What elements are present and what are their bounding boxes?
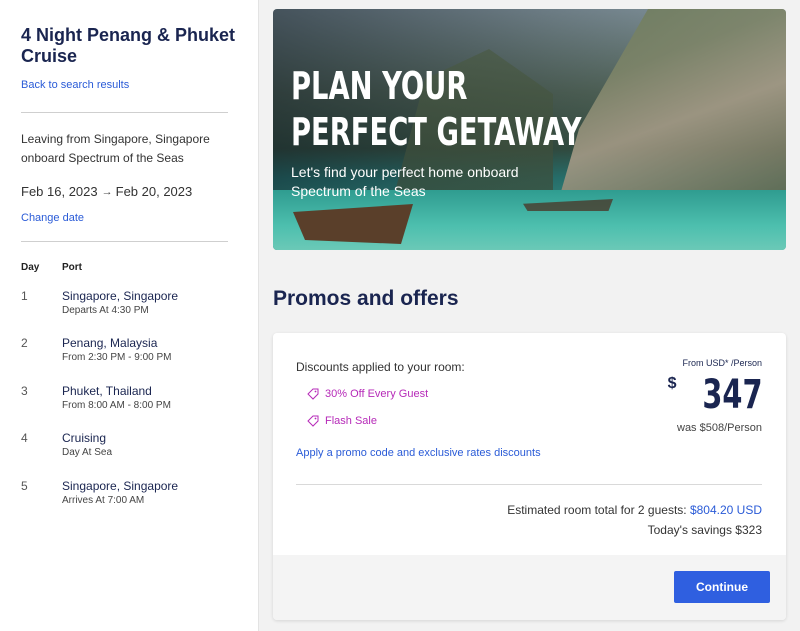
hero-subtext: Let's find your perfect home onboard Spe… bbox=[291, 164, 519, 199]
itinerary-detail: Day At Sea bbox=[62, 447, 113, 458]
price-display: $ 347 bbox=[668, 373, 762, 417]
sailing-dates: Feb 16, 2023 → Feb 20, 2023 bbox=[21, 184, 192, 199]
promo-card: Discounts applied to your room: 30% Off … bbox=[273, 333, 786, 620]
date-end: Feb 20, 2023 bbox=[115, 184, 193, 199]
departure-info: Leaving from Singapore, Singapore onboar… bbox=[21, 132, 210, 165]
itinerary-day: 5 bbox=[21, 479, 28, 493]
hero-headline-line2: PERFECT GETAWAY bbox=[291, 110, 582, 154]
itinerary-detail: Arrives At 7:00 AM bbox=[62, 495, 145, 506]
itinerary-port: Penang, Malaysia bbox=[62, 336, 158, 350]
hero-cliff-shape bbox=[556, 9, 786, 209]
promo-tag-label: Flash Sale bbox=[325, 415, 377, 427]
apply-promo-code-link[interactable]: Apply a promo code and exclusive rates d… bbox=[296, 447, 541, 459]
price-amount: 347 bbox=[701, 372, 762, 418]
trip-sidebar: 4 Night Penang & Phuket Cruise Back to s… bbox=[0, 0, 259, 631]
tag-icon bbox=[307, 415, 319, 427]
itinerary-day: 3 bbox=[21, 384, 28, 398]
promo-tag: 30% Off Every Guest bbox=[307, 388, 428, 400]
arrow-right-icon: → bbox=[101, 185, 113, 198]
continue-button[interactable]: Continue bbox=[674, 571, 770, 603]
hero-headline-line1: PLAN YOUR bbox=[291, 64, 468, 108]
was-price: was $508/Person bbox=[677, 422, 762, 434]
estimated-total: Estimated room total for 2 guests: $804.… bbox=[507, 503, 762, 517]
sidebar-divider bbox=[21, 112, 228, 113]
itinerary-day: 2 bbox=[21, 336, 28, 350]
todays-savings: Today's savings $323 bbox=[647, 523, 762, 537]
itinerary-port: Singapore, Singapore bbox=[62, 479, 179, 493]
back-to-search-link[interactable]: Back to search results bbox=[21, 79, 129, 91]
itinerary-detail: From 2:30 PM - 9:00 PM bbox=[62, 352, 172, 363]
sidebar-divider bbox=[21, 241, 228, 242]
promo-tag-label: 30% Off Every Guest bbox=[325, 388, 429, 400]
itinerary-port: Singapore, Singapore bbox=[62, 289, 179, 303]
estimate-value: $804.20 USD bbox=[689, 503, 762, 517]
hero-headline: PLAN YOUR PERFECT GETAWAY bbox=[291, 63, 581, 155]
promos-title: Promos and offers bbox=[273, 287, 459, 310]
itinerary-day: 4 bbox=[21, 431, 28, 445]
cruise-title: 4 Night Penang & Phuket Cruise bbox=[21, 25, 236, 66]
change-date-link[interactable]: Change date bbox=[21, 212, 84, 224]
itinerary-day-header: Day bbox=[21, 262, 40, 273]
hero-banner: PLAN YOUR PERFECT GETAWAY Let's find you… bbox=[273, 9, 786, 250]
price-from-label: From USD* /Person bbox=[682, 358, 762, 368]
price-currency: $ bbox=[667, 375, 677, 392]
itinerary-detail: Departs At 4:30 PM bbox=[62, 305, 149, 316]
date-start: Feb 16, 2023 bbox=[21, 184, 98, 199]
itinerary-detail: From 8:00 AM - 8:00 PM bbox=[62, 400, 171, 411]
card-divider bbox=[296, 484, 762, 485]
discounts-label: Discounts applied to your room: bbox=[296, 360, 465, 374]
card-footer: Continue bbox=[273, 555, 786, 620]
estimate-label: Estimated room total for 2 guests: bbox=[507, 503, 690, 517]
itinerary-port-header: Port bbox=[62, 262, 82, 273]
promo-tag: Flash Sale bbox=[307, 415, 377, 427]
itinerary-port: Cruising bbox=[62, 431, 107, 445]
itinerary-day: 1 bbox=[21, 289, 28, 303]
tag-icon bbox=[307, 388, 319, 400]
itinerary-port: Phuket, Thailand bbox=[62, 384, 152, 398]
